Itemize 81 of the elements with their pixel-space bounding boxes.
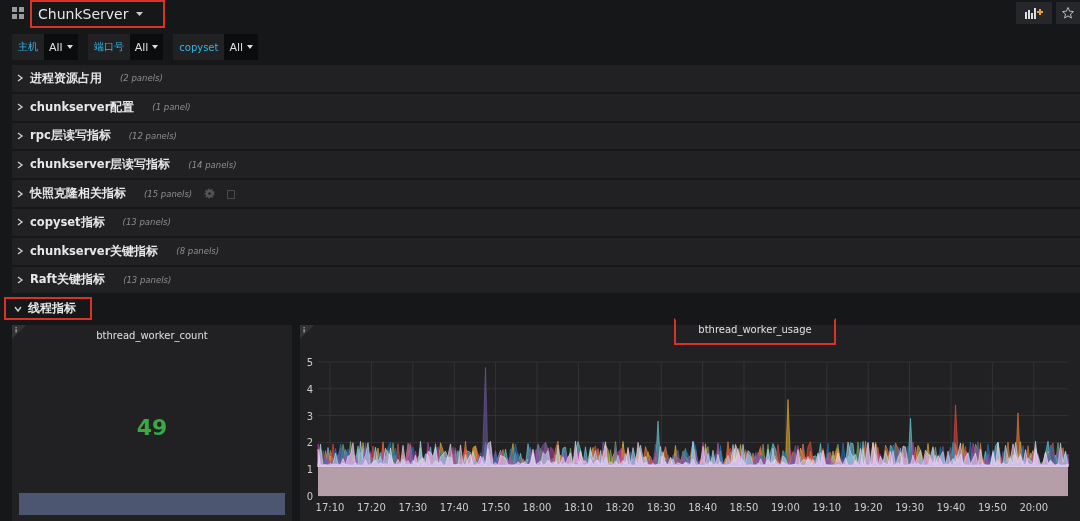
chevron-icon bbox=[16, 275, 24, 284]
row-header[interactable]: 进程资源占用 bbox=[12, 66, 110, 90]
row-title: chunkserver层读写指标 bbox=[30, 157, 171, 173]
row-title: chunkserver配置 bbox=[30, 99, 135, 115]
caret-icon bbox=[152, 45, 159, 49]
panel-title: bthread_worker_count bbox=[96, 330, 208, 342]
row-header[interactable]: copyset指标 bbox=[12, 210, 113, 234]
chevron-icon bbox=[16, 132, 24, 140]
y-axis-label: 4 bbox=[306, 383, 314, 395]
dashboard-title-dropdown[interactable]: ChunkServer bbox=[30, 0, 166, 28]
stat-value: 49 bbox=[136, 415, 168, 441]
panel-count: (13 panels) bbox=[123, 274, 172, 285]
chevron-icon bbox=[16, 74, 24, 83]
star-button[interactable] bbox=[1056, 2, 1080, 24]
y-axis-label: 2 bbox=[306, 437, 314, 449]
x-axis-label: 18:30 bbox=[646, 502, 676, 514]
add-panel-button[interactable] bbox=[1016, 2, 1052, 24]
row-title: chunkserver关键指标 bbox=[30, 243, 159, 259]
star-icon bbox=[1062, 7, 1074, 19]
variable-dropdown[interactable]: All bbox=[129, 34, 164, 60]
row-header[interactable]: rpc层读写指标 bbox=[12, 124, 119, 148]
panel-count: (2 panels) bbox=[120, 73, 163, 84]
chevron-icon bbox=[16, 247, 24, 256]
panel-title: bthread_worker_usage bbox=[674, 318, 836, 346]
x-axis-label: 17:20 bbox=[357, 502, 386, 514]
variable-label: 端口号 bbox=[87, 34, 130, 60]
chevron-icon bbox=[14, 304, 22, 313]
panel-count: (1 panel) bbox=[152, 102, 191, 113]
row-header[interactable]: 线程指标 bbox=[4, 297, 92, 321]
row-title: 线程指标 bbox=[28, 301, 76, 317]
info-icon[interactable] bbox=[300, 325, 314, 340]
panel-count: (13 panels) bbox=[122, 217, 171, 228]
x-axis-label: 17:10 bbox=[315, 502, 345, 514]
caret-icon bbox=[66, 45, 73, 49]
row-title: 进程资源占用 bbox=[30, 70, 102, 86]
panel-count: (12 panels) bbox=[128, 131, 177, 141]
panel-count: (15 panels) bbox=[144, 188, 193, 199]
y-axis-label: 5 bbox=[306, 357, 314, 369]
variable-dropdown[interactable]: All bbox=[44, 34, 78, 60]
row-header[interactable]: chunkserver配置 bbox=[12, 95, 143, 119]
x-axis-label: 18:00 bbox=[522, 502, 552, 514]
row-title: rpc层读写指标 bbox=[30, 128, 111, 144]
bar-chart-plus-icon bbox=[1025, 7, 1043, 19]
variable-label: copyset bbox=[173, 34, 225, 60]
x-axis-label: 17:30 bbox=[398, 502, 428, 514]
chevron-icon bbox=[16, 160, 24, 169]
row-title: copyset指标 bbox=[30, 214, 105, 230]
chevron-icon bbox=[16, 218, 24, 227]
x-axis-label: 19:30 bbox=[895, 502, 924, 514]
x-axis-label: 17:40 bbox=[439, 502, 469, 514]
y-axis-label: 0 bbox=[306, 491, 314, 503]
info-icon[interactable] bbox=[12, 325, 26, 340]
gear-icon[interactable] bbox=[204, 188, 216, 200]
row-header[interactable]: chunkserver层读写指标 bbox=[12, 153, 179, 177]
x-axis-label: 19:40 bbox=[936, 502, 966, 514]
x-axis-label: 19:50 bbox=[978, 502, 1007, 514]
variable-label: 主机 bbox=[12, 34, 44, 60]
x-axis-label: 18:10 bbox=[564, 502, 593, 514]
x-axis-label: 18:50 bbox=[729, 502, 759, 514]
x-axis-label: 17:50 bbox=[481, 502, 510, 514]
caret-icon bbox=[136, 12, 144, 16]
row-header[interactable]: chunkserver关键指标 bbox=[12, 239, 167, 263]
panel-count: (8 panels) bbox=[176, 246, 220, 257]
x-axis-label: 19:00 bbox=[771, 502, 800, 514]
row-header[interactable]: Raft关键指标 bbox=[12, 268, 114, 292]
row-header[interactable]: 快照克隆相关指标 bbox=[12, 182, 134, 206]
row-title: 快照克隆相关指标 bbox=[30, 186, 126, 202]
chevron-icon bbox=[16, 189, 24, 198]
dashboard-grid-icon[interactable] bbox=[12, 7, 24, 19]
y-axis-label: 1 bbox=[306, 464, 314, 476]
panel-count: (14 panels) bbox=[188, 159, 237, 170]
caret-icon bbox=[247, 45, 254, 49]
x-axis-label: 19:20 bbox=[853, 502, 883, 514]
chevron-icon bbox=[16, 103, 24, 112]
x-axis-label: 18:40 bbox=[688, 502, 717, 514]
x-axis-label: 20:00 bbox=[1019, 502, 1049, 514]
variable-dropdown[interactable]: All bbox=[224, 34, 259, 60]
x-axis-label: 18:20 bbox=[605, 502, 635, 514]
y-axis-label: 3 bbox=[306, 410, 314, 422]
x-axis-label: 19:10 bbox=[812, 502, 842, 514]
row-title: Raft关键指标 bbox=[30, 272, 106, 288]
